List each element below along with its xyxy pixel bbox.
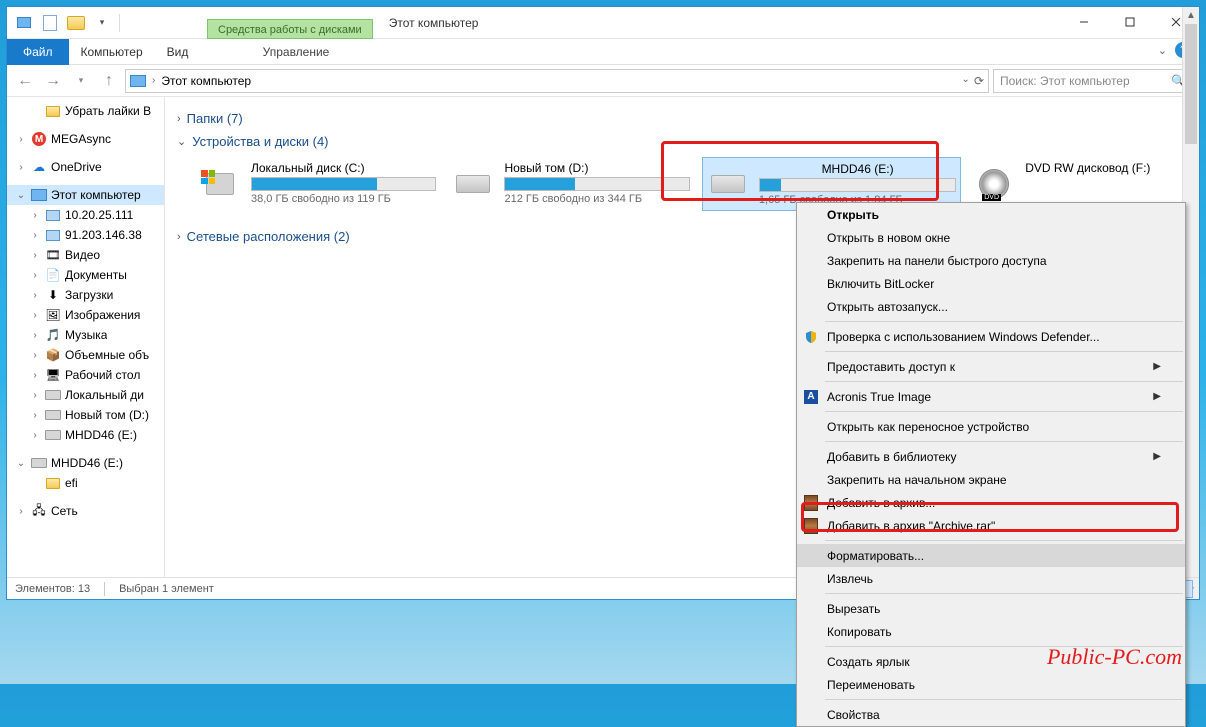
nav-item-music[interactable]: ›🎵Музыка [7,325,164,345]
ctx-rename[interactable]: Переименовать [797,673,1185,696]
nav-item-network[interactable]: ›🖧Сеть [7,501,164,521]
watermark: Public-PC.com [1047,644,1182,670]
status-elements: Элементов: 13 [15,583,90,595]
navigation-pane: ▲▼ Убрать лайки В ›MMEGAsync ›☁OneDrive … [7,97,165,577]
hdd-icon [711,175,745,193]
drive-c[interactable]: Локальный диск (C:) 38,0 ГБ свободно из … [195,157,440,211]
nav-item-mhdd-e[interactable]: ›MHDD46 (E:) [7,425,164,445]
dvd-icon: DVD [979,169,1009,199]
ctx-format[interactable]: Форматировать... [797,544,1185,567]
ribbon-tab-file[interactable]: Файл [7,39,69,65]
nav-back-button[interactable]: ← [13,69,37,93]
separator [825,441,1183,442]
separator [825,699,1183,700]
nav-item-newvol-d[interactable]: ›Новый том (D:) [7,405,164,425]
ctx-cut[interactable]: Вырезать [797,597,1185,620]
nav-item-onedrive[interactable]: ›☁OneDrive [7,157,164,177]
ribbon-tab-view[interactable]: Вид [155,41,201,63]
ctx-open[interactable]: Открыть [797,203,1185,226]
qat-newfolder-icon[interactable] [65,12,87,34]
nav-item-3dobjects[interactable]: ›📦Объемные объ [7,345,164,365]
nav-item-net1[interactable]: ›10.20.25.111 [7,205,164,225]
qat-properties-icon[interactable] [39,12,61,34]
ctx-properties[interactable]: Свойства [797,703,1185,726]
drive-d-label: Новый том (D:) [504,161,689,175]
separator [825,593,1183,594]
drive-d[interactable]: Новый том (D:) 212 ГБ свободно из 344 ГБ [448,157,693,211]
nav-item-thispc[interactable]: ⌄Этот компьютер [7,185,164,205]
contextual-tab-drive-tools[interactable]: Средства работы с дисками [207,19,373,39]
shield-icon [803,329,819,345]
ctx-add-archive-rar[interactable]: Добавить в архив "Archive.rar" [797,514,1185,537]
separator [825,321,1183,322]
drive-f-label: DVD RW дисковод (F:) [1025,161,1183,175]
separator [825,540,1183,541]
separator [104,582,105,596]
nav-item-net2[interactable]: ›91.203.146.38 [7,225,164,245]
nav-item-likes[interactable]: Убрать лайки В [7,101,164,121]
ctx-acronis[interactable]: AAcronis True Image▶ [797,385,1185,408]
section-devices[interactable]: ⌄Устройства и диски (4) [177,134,1187,149]
rar-icon [804,518,818,534]
ctx-add-archive[interactable]: Добавить в архив... [797,491,1185,514]
address-bar: ← → ▾ ↑ › Этот компьютер ⌄ ⟳ Поиск: Этот… [7,65,1199,97]
ctx-copy[interactable]: Копировать [797,620,1185,643]
nav-item-mhdd-root[interactable]: ⌄MHDD46 (E:) [7,453,164,473]
section-folders[interactable]: ›Папки (7) [177,111,1187,126]
nav-item-downloads[interactable]: ›⬇Загрузки [7,285,164,305]
ribbon-tab-manage[interactable]: Управление [207,41,385,63]
refresh-icon[interactable]: ⟳ [974,74,984,88]
search-input[interactable]: Поиск: Этот компьютер 🔍 [993,69,1193,93]
acronis-icon: A [804,390,818,404]
hdd-icon [456,175,490,193]
ctx-library[interactable]: Добавить в библиотеку▶ [797,445,1185,468]
separator [119,14,120,32]
ctx-portable[interactable]: Открыть как переносное устройство [797,415,1185,438]
title-bar: ▾ Средства работы с дисками Этот компьют… [7,7,1199,39]
pc-icon [130,75,146,87]
breadcrumb-dropdown[interactable]: ⌄ [962,74,970,88]
ribbon: Файл Компьютер Вид Управление ⌄ ? [7,39,1199,65]
nav-item-documents[interactable]: ›📄Документы [7,265,164,285]
app-icon [13,12,35,34]
drive-c-stat: 38,0 ГБ свободно из 119 ГБ [251,193,436,205]
ctx-open-new-window[interactable]: Открыть в новом окне [797,226,1185,249]
nav-up-button[interactable]: ↑ [97,69,121,93]
ctx-autorun[interactable]: Открыть автозапуск... [797,295,1185,318]
drive-c-label: Локальный диск (C:) [251,161,436,175]
breadcrumb-segment[interactable]: Этот компьютер [161,74,251,88]
separator [825,381,1183,382]
breadcrumb[interactable]: › Этот компьютер ⌄ ⟳ [125,69,989,93]
separator [825,411,1183,412]
ribbon-tab-computer[interactable]: Компьютер [69,41,155,63]
separator [825,351,1183,352]
drive-d-stat: 212 ГБ свободно из 344 ГБ [504,193,689,205]
nav-item-efi[interactable]: efi [7,473,164,493]
ribbon-expand-icon[interactable]: ⌄ [1158,44,1167,57]
maximize-button[interactable] [1107,7,1153,37]
ctx-eject[interactable]: Извлечь [797,567,1185,590]
nav-item-desktop[interactable]: ›🖥Рабочий стол [7,365,164,385]
drive-e-label: MHDD46 (E:) [759,162,956,176]
nav-item-images[interactable]: ›🖼Изображения [7,305,164,325]
ctx-defender[interactable]: Проверка с использованием Windows Defend… [797,325,1185,348]
nav-item-local-c[interactable]: ›Локальный ди [7,385,164,405]
ctx-bitlocker[interactable]: Включить BitLocker [797,272,1185,295]
chevron-right-icon: › [152,75,155,86]
ctx-share[interactable]: Предоставить доступ к▶ [797,355,1185,378]
quick-access-toolbar: ▾ [9,12,122,34]
status-selected: Выбран 1 элемент [119,583,214,595]
ctx-pin-start[interactable]: Закрепить на начальном экране [797,468,1185,491]
ctx-pin-quick-access[interactable]: Закрепить на панели быстрого доступа [797,249,1185,272]
qat-dropdown[interactable]: ▾ [91,12,113,34]
nav-item-megasync[interactable]: ›MMEGAsync [7,129,164,149]
nav-recent-dropdown[interactable]: ▾ [69,69,93,93]
minimize-button[interactable] [1061,7,1107,37]
rar-icon [804,495,818,511]
window-title: Этот компьютер [389,16,479,30]
nav-forward-button[interactable]: → [41,69,65,93]
nav-item-video[interactable]: ›🎞Видео [7,245,164,265]
search-placeholder: Поиск: Этот компьютер [1000,74,1130,88]
